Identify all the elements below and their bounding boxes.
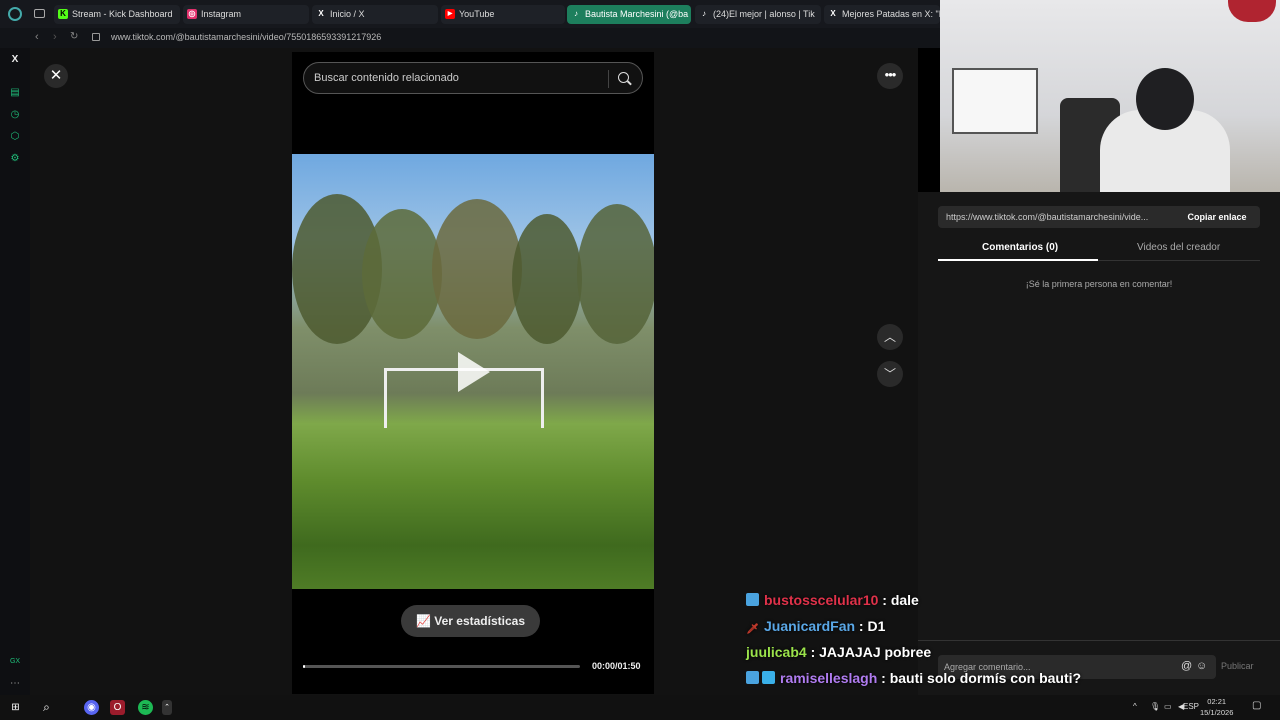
play-icon[interactable] [458,352,490,392]
chat-username: JuanicardFan [764,618,856,634]
tab-kick-dashboard[interactable]: K Stream - Kick Dashboard [54,5,180,24]
tab-instagram[interactable]: ◎ Instagram [183,5,309,24]
chat-message: 🗡 JuanicardFan : D1 [746,618,1036,644]
chat-text: : JAJAJAJ pobree [810,644,932,660]
stream-chat-overlay: bustosscelular10 : dale 🗡 JuanicardFan : … [746,592,1081,696]
opera-gx-logo-icon[interactable] [8,7,22,21]
tree-foliage [362,209,442,339]
progress-fill [303,665,305,668]
mention-icon[interactable]: @ [1181,660,1192,672]
share-link-box: https://www.tiktok.com/@bautistamarchesi… [938,206,1260,228]
more-icon[interactable]: ⋯ [9,678,21,690]
video-frame[interactable] [292,154,654,589]
clock-date: 15/1/2026 [1200,708,1234,717]
tab-creator-videos[interactable]: Videos del creador [1137,242,1220,253]
x-logo-icon: X [318,9,324,18]
settings-gear-icon[interactable]: ⚙ [9,153,21,165]
spotify-icon[interactable]: ≋ [138,700,153,715]
tab-x-home[interactable]: X Inicio / X [312,5,438,24]
tab-tiktok-alonso[interactable]: ♪ (24)El mejor | alonso | Tik [695,5,821,24]
share-url[interactable]: https://www.tiktok.com/@bautistamarchesi… [946,212,1170,222]
tree-foliage [512,214,582,344]
chart-icon: 📈 [415,614,435,628]
view-stats-button[interactable]: 📈 Ver estadísticas [401,605,540,637]
x-logo-icon: X [830,9,836,18]
chat-message: juulicab4 : JAJAJAJ pobree [746,644,1036,670]
opera-gx-icon[interactable]: O [110,700,125,715]
windows-start-icon[interactable]: ⊞ [8,700,23,715]
chat-text: : D1 [858,618,886,634]
sword-badge-icon: 🗡 [746,624,759,635]
whiteboard [952,68,1038,134]
kick-icon: K [58,9,68,19]
gx-corner-label[interactable]: GX [9,656,21,668]
chat-text: : dale [882,592,919,608]
search-icon[interactable] [618,72,629,83]
lock-icon [92,33,100,41]
browser-tab-bar: K Stream - Kick Dashboard ◎ Instagram X Ini… [0,0,940,28]
close-icon[interactable]: ✕ [44,64,68,88]
chat-message: ramiselleslagh : bauti solo dormís con b… [746,670,1081,696]
instagram-icon: ◎ [187,9,197,19]
video-time: 00:00/01:50 [592,661,641,671]
chat-text: : bauti solo dormís con bauti? [881,670,1082,686]
publish-button[interactable]: Publicar [1221,661,1254,671]
reload-icon[interactable]: ↻ [70,31,78,42]
windows-taskbar: ⊞ ⌕ ◉ O ≋ ⌃ ^ 🎙 ▭ ◀ ESP 02:21 15/1/2026 … [0,695,1280,720]
browser-sidebar: X ▤ ◷ ⬡ ⚙ GX ⋯ [0,48,30,695]
video-progress-bar[interactable] [303,665,580,668]
chat-username: juulicab4 [746,644,807,660]
tab-comments[interactable]: Comentarios (0) [982,242,1058,253]
workspaces-icon[interactable] [34,9,45,18]
search-divider [608,70,609,88]
clock-time: 02:21 [1207,697,1227,706]
corner-logo [1228,0,1276,22]
copy-link-button[interactable]: Copiar enlace [1174,206,1260,228]
language-indicator[interactable]: ESP [1183,702,1199,711]
url-field[interactable]: www.tiktok.com/@bautistamarchesini/video… [111,32,381,42]
tiktok-icon: ♪ [574,9,578,18]
previous-video-chevron-up-icon[interactable]: ︿ [877,324,903,350]
gift-badge-icon [762,671,775,684]
chat-message: bustosscelular10 : dale [746,592,1036,618]
forward-icon[interactable]: › [53,31,57,43]
chat-username: bustosscelular10 [764,592,879,608]
search-bar[interactable]: Buscar contenido relacionado [303,62,643,94]
extensions-icon[interactable]: ⬡ [9,131,21,143]
microphone-icon[interactable]: 🎙 [1150,702,1160,711]
search-icon[interactable]: ⌕ [39,700,54,715]
tab-tiktok-active[interactable]: ♪ Bautista Marchesini (@ba [567,5,691,24]
empty-comments-message: ¡Sé la primera persona en comentar! [1025,279,1173,289]
address-bar: ‹ › ↻ www.tiktok.com/@bautistamarchesini… [0,28,940,48]
notifications-icon[interactable]: ▢ [1252,700,1261,711]
discord-icon[interactable]: ◉ [84,700,99,715]
back-icon[interactable]: ‹ [35,31,39,43]
active-tab-indicator [938,259,1098,261]
webcam-overlay [940,0,1280,192]
x-logo-icon[interactable]: X [9,54,21,66]
tiktok-icon: ♪ [702,9,706,18]
tab-x-patadas[interactable]: X Mejores Patadas en X: "E [824,5,940,24]
tree-foliage [432,199,522,339]
tab-youtube[interactable]: ▶ YouTube [441,5,565,24]
tree-foliage [577,204,654,344]
chat-username: ramiselleslagh [780,670,878,686]
search-input[interactable]: Buscar contenido relacionado [314,72,459,84]
bookmark-icon[interactable]: ▤ [9,87,21,99]
history-icon[interactable]: ◷ [9,109,21,121]
more-options-icon[interactable]: ••• [877,63,903,89]
tray-chevron-up-icon[interactable]: ^ [1133,702,1137,711]
streamer-head [1136,68,1194,130]
emoji-icon[interactable]: ☺ [1196,660,1207,672]
show-hidden-chevron-icon[interactable]: ⌃ [162,700,172,715]
next-video-chevron-down-icon[interactable]: ﹀ [877,361,903,387]
network-icon[interactable]: ▭ [1164,702,1172,711]
subscriber-badge-icon [746,671,759,684]
system-clock[interactable]: 02:21 15/1/2026 [1200,696,1233,718]
youtube-icon: ▶ [445,9,455,19]
subscriber-badge-icon [746,593,759,606]
